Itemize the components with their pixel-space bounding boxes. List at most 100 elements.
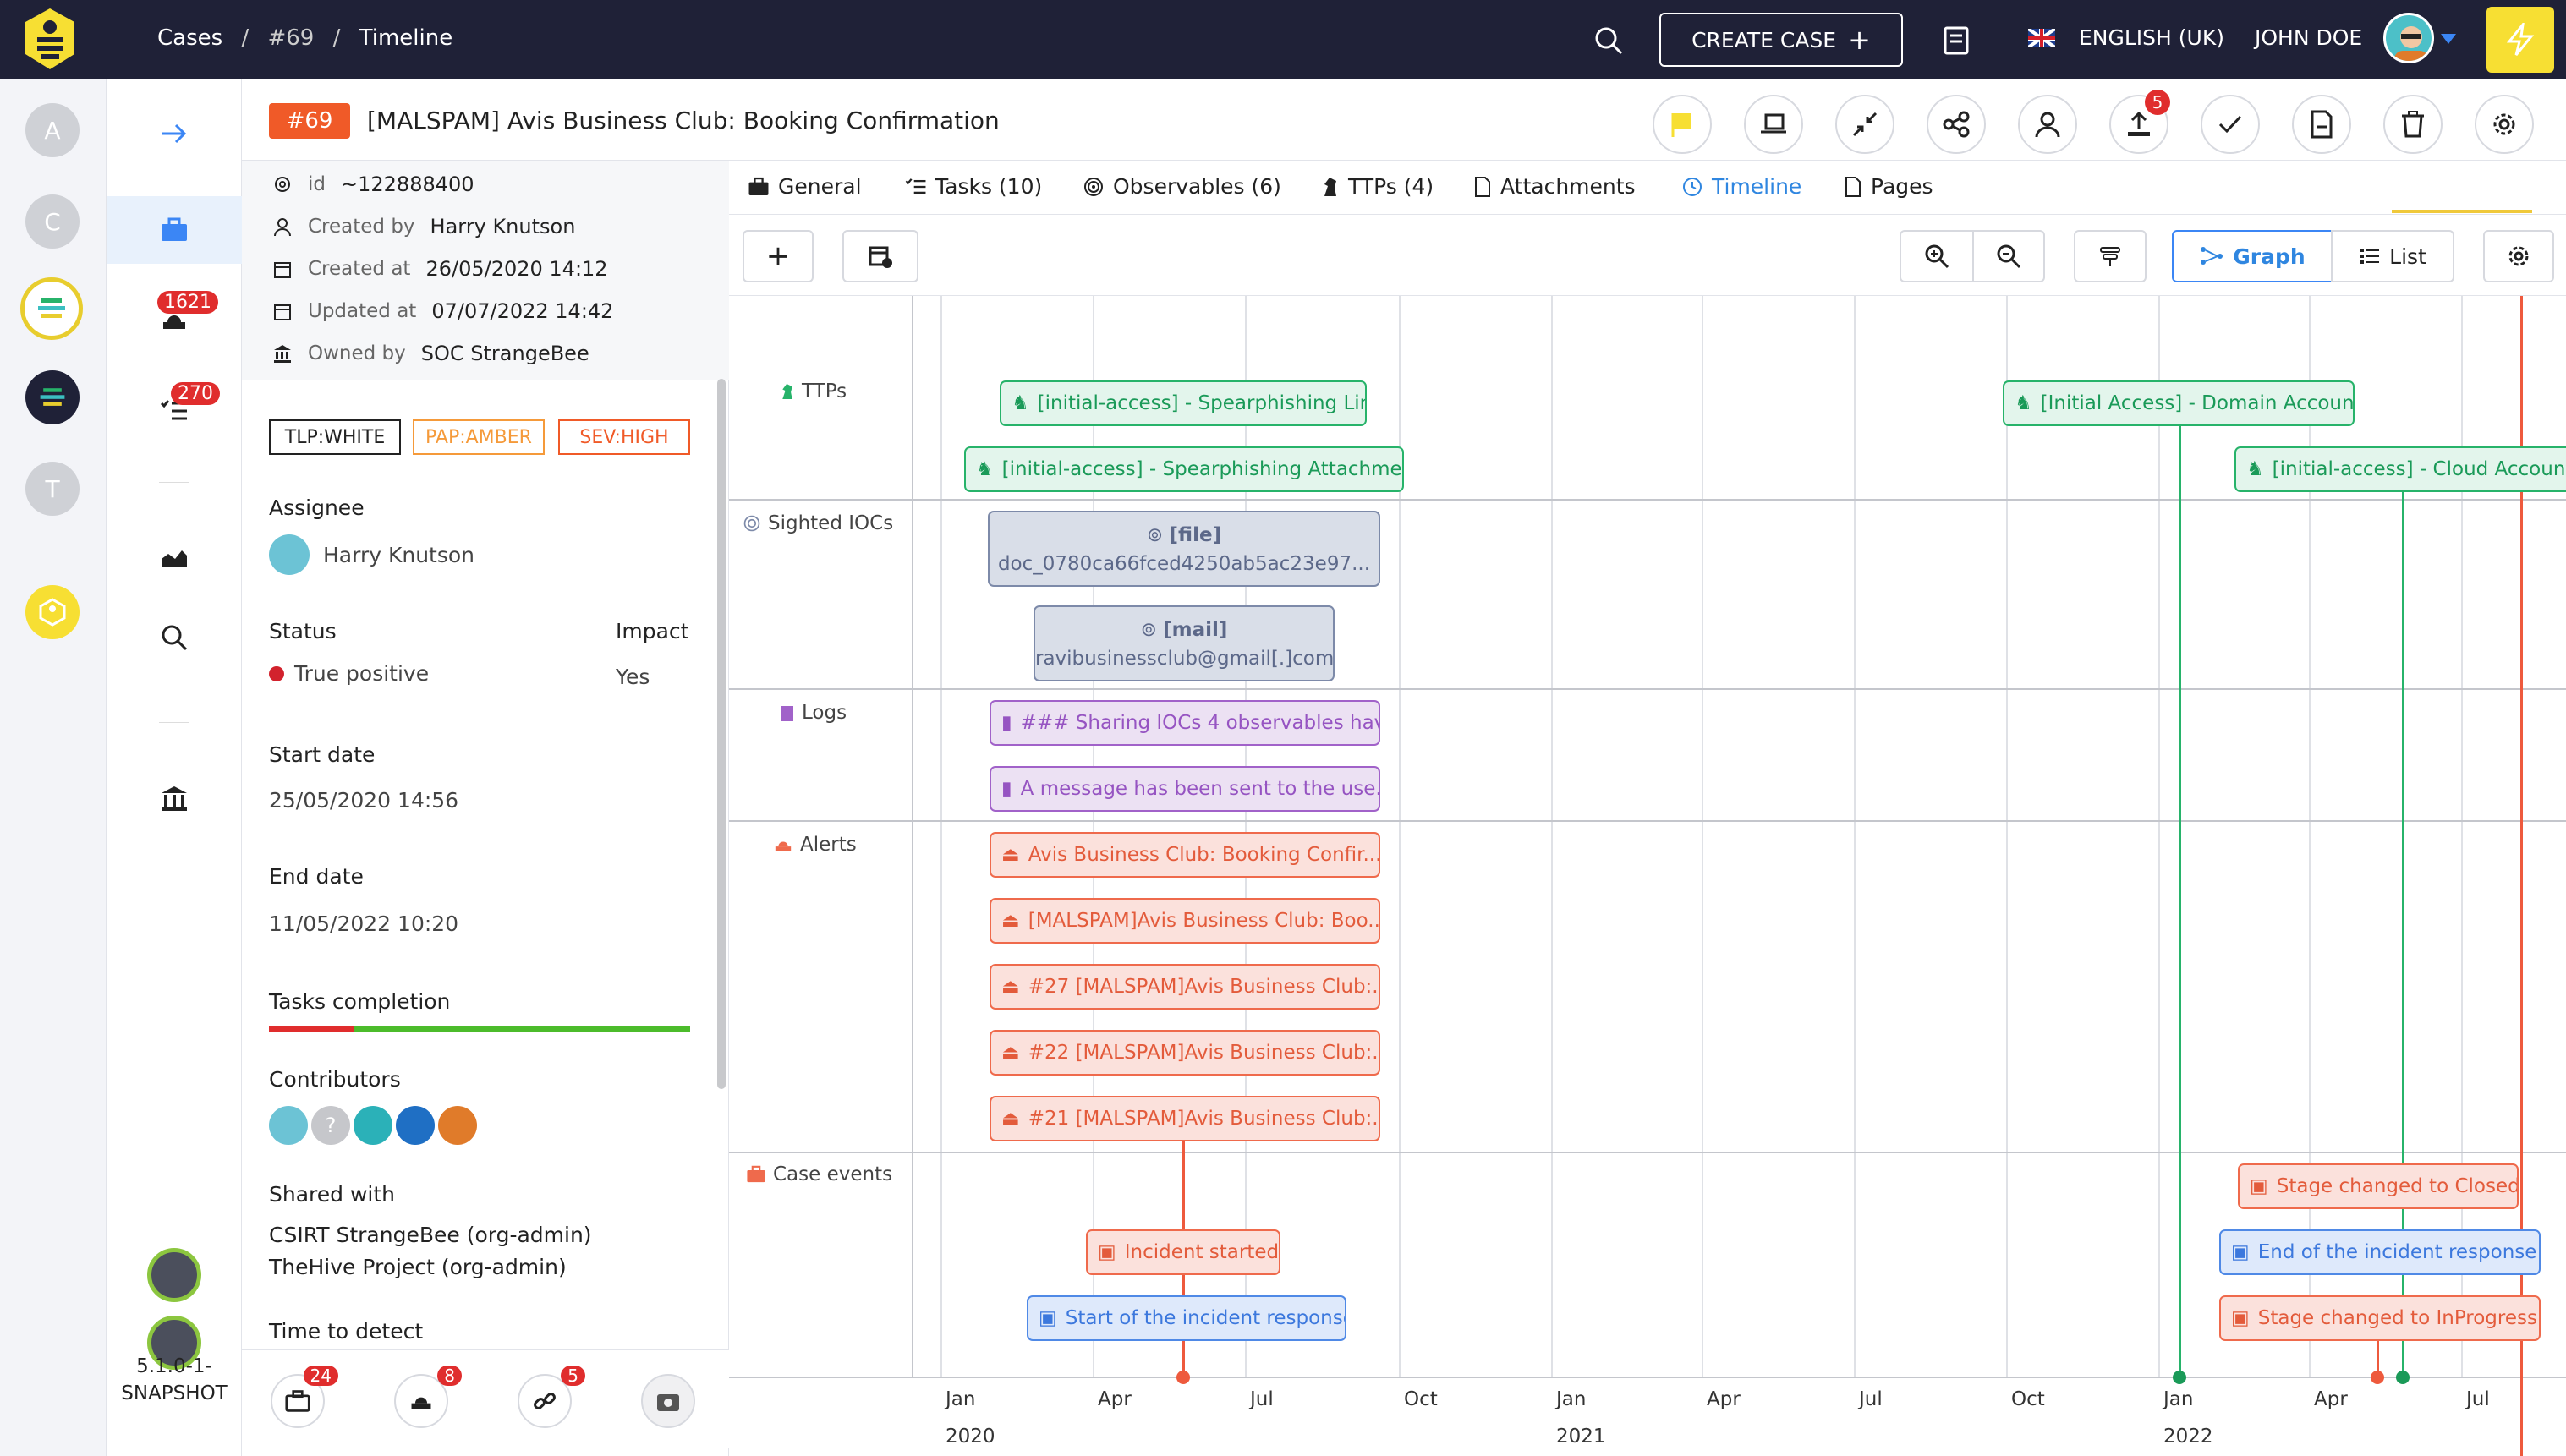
- year-column-divider: [912, 296, 913, 1377]
- search-icon[interactable]: [1593, 25, 1624, 56]
- list-view-button[interactable]: List: [2331, 230, 2454, 282]
- org-thehive-button[interactable]: [25, 585, 80, 639]
- nav-organisation[interactable]: [107, 764, 242, 832]
- log-event[interactable]: ▮ ### Sharing IOCs 4 observables hav...: [990, 700, 1380, 746]
- case-settings-button[interactable]: [641, 1374, 695, 1428]
- pap-tag[interactable]: PAP:AMBER: [413, 419, 545, 455]
- case-event[interactable]: ▣ Stage changed to Closed: [2238, 1163, 2519, 1209]
- minimize-button[interactable]: [1835, 95, 1894, 154]
- alert-event[interactable]: ⏏ #21 [MALSPAM]Avis Business Club:...: [990, 1096, 1380, 1141]
- alert-event[interactable]: ⏏ [MALSPAM]Avis Business Club: Boo...: [990, 898, 1380, 944]
- assign-button[interactable]: [2018, 95, 2077, 154]
- log-event[interactable]: ▮ A message has been sent to the use...: [990, 766, 1380, 812]
- case-event[interactable]: ▣ Incident started: [1086, 1229, 1280, 1275]
- org-strangebee-button[interactable]: [20, 277, 83, 340]
- share-button[interactable]: [1927, 95, 1986, 154]
- ioc-event[interactable]: ⊚ [mail] ravibusinessclub@gmail[.]com: [1034, 605, 1335, 681]
- org-a-button[interactable]: A: [25, 103, 80, 157]
- tasks-completion-done: [269, 1026, 354, 1032]
- alert-event[interactable]: ⏏ #27 [MALSPAM]Avis Business Club:...: [990, 964, 1380, 1010]
- contributor-avatar[interactable]: [438, 1106, 477, 1145]
- alert-event[interactable]: ⏏ #22 [MALSPAM]Avis Business Club:...: [990, 1030, 1380, 1076]
- contributor-avatar[interactable]: ?: [311, 1106, 350, 1145]
- ttp-event[interactable]: ♞ [initial-access] - Spearphishing Link: [1000, 380, 1367, 426]
- breadcrumb-case-number[interactable]: #69: [267, 25, 314, 51]
- case-tabs: General Tasks (10) Observables (6) TTPs …: [729, 161, 2566, 215]
- timeline-settings-button[interactable]: [2483, 230, 2554, 282]
- axis-year-label: 2021: [1556, 1426, 1606, 1448]
- case-event[interactable]: ▣ Start of the incident response: [1027, 1295, 1346, 1341]
- assignee-value[interactable]: Harry Knutson: [323, 543, 474, 567]
- status-value[interactable]: True positive: [294, 661, 429, 686]
- alert-event[interactable]: ⏏ Avis Business Club: Booking Confir...: [990, 832, 1380, 878]
- merge-button[interactable]: [1744, 95, 1803, 154]
- filter-icon: [2100, 247, 2120, 266]
- tab-ttps[interactable]: TTPs (4): [1321, 174, 1434, 199]
- ttp-event[interactable]: ♞ [Initial Access] - Domain Accounts: [2003, 380, 2355, 426]
- nav-cases[interactable]: [107, 196, 242, 264]
- report-button[interactable]: [2292, 95, 2351, 154]
- expand-menu-button[interactable]: [107, 100, 242, 167]
- nav-tasks[interactable]: 270: [107, 377, 242, 445]
- briefcase-icon: ▣: [2231, 1307, 2250, 1329]
- end-date-value[interactable]: 11/05/2022 10:20: [269, 911, 458, 936]
- tab-attachments[interactable]: Attachments: [1473, 174, 1636, 199]
- contributor-avatar[interactable]: [396, 1106, 435, 1145]
- tab-general[interactable]: General: [748, 174, 862, 199]
- org-c-button[interactable]: C: [25, 194, 80, 249]
- close-case-button[interactable]: [2201, 95, 2260, 154]
- cortex-button[interactable]: [107, 1241, 242, 1309]
- contributor-avatar[interactable]: [269, 1106, 308, 1145]
- clock-icon: [1683, 177, 1702, 196]
- breadcrumb-cases[interactable]: Cases: [157, 25, 222, 51]
- user-avatar[interactable]: [2383, 13, 2434, 63]
- nav-dashboards[interactable]: [107, 523, 242, 590]
- linked-cases-button[interactable]: 24: [271, 1366, 338, 1428]
- nav-alerts[interactable]: 1621: [107, 286, 242, 353]
- flag-button[interactable]: [1653, 95, 1712, 154]
- start-date-value[interactable]: 25/05/2020 14:56: [269, 788, 458, 813]
- tab-timeline[interactable]: Timeline: [1681, 174, 1801, 199]
- settings-button[interactable]: [2475, 95, 2534, 154]
- tlp-tag[interactable]: TLP:WHITE: [269, 419, 401, 455]
- add-event-options-button[interactable]: [842, 230, 918, 282]
- ttp-event[interactable]: ♞ [initial-access] - Cloud Accounts: [2234, 446, 2566, 492]
- impact-value[interactable]: Yes: [616, 665, 650, 689]
- case-meta: id ~122888400 Created by Harry Knutson Cre…: [242, 161, 729, 380]
- add-event-button[interactable]: +: [743, 230, 814, 282]
- language-selector[interactable]: ENGLISH (UK): [2079, 25, 2224, 50]
- user-menu[interactable]: JOHN DOE: [2255, 25, 2362, 50]
- ttp-event[interactable]: ♞ [initial-access] - Spearphishing Attach…: [964, 446, 1404, 492]
- knowledge-base-icon[interactable]: [1942, 25, 1971, 56]
- thehive-logo-icon[interactable]: [22, 7, 78, 73]
- ioc-event[interactable]: ⊚ [file] doc_0780ca66fced4250ab5ac23e97.…: [988, 511, 1380, 587]
- related-alerts-button[interactable]: 8: [394, 1366, 462, 1428]
- severity-tag[interactable]: SEV:HIGH: [558, 419, 690, 455]
- graph-view-button[interactable]: Graph: [2172, 230, 2333, 282]
- contributor-avatar[interactable]: [354, 1106, 392, 1145]
- chess-knight-icon: ♞: [976, 458, 994, 480]
- filter-button[interactable]: [2074, 230, 2147, 282]
- details-scrollbar[interactable]: [717, 379, 726, 1089]
- org-project-button[interactable]: [25, 370, 80, 424]
- zoom-in-button[interactable]: [1900, 230, 1974, 282]
- quick-actions-button[interactable]: [2486, 7, 2554, 73]
- user-icon: [2035, 112, 2060, 138]
- tab-observables[interactable]: Observables (6): [1083, 174, 1281, 199]
- observables-links-button[interactable]: 5: [518, 1366, 585, 1428]
- project-logo-icon: [40, 388, 65, 406]
- export-button[interactable]: 5: [2109, 90, 2170, 154]
- zoom-out-button[interactable]: [1972, 230, 2045, 282]
- chevron-down-icon[interactable]: [2441, 34, 2456, 44]
- axis-year-label: 2022: [2163, 1426, 2213, 1448]
- create-case-button[interactable]: CREATE CASE +: [1659, 13, 1903, 67]
- tab-tasks[interactable]: Tasks (10): [905, 174, 1042, 199]
- tab-pages[interactable]: Pages: [1844, 174, 1933, 199]
- case-event[interactable]: ▣ End of the incident response: [2219, 1229, 2541, 1275]
- org-t-button[interactable]: T: [25, 462, 80, 516]
- alarm-icon: ⏏: [1001, 1042, 1020, 1064]
- nav-search[interactable]: [107, 604, 242, 671]
- case-event[interactable]: ▣ Stage changed to InProgress: [2219, 1295, 2541, 1341]
- assignee-avatar[interactable]: [269, 534, 310, 575]
- delete-button[interactable]: [2383, 95, 2443, 154]
